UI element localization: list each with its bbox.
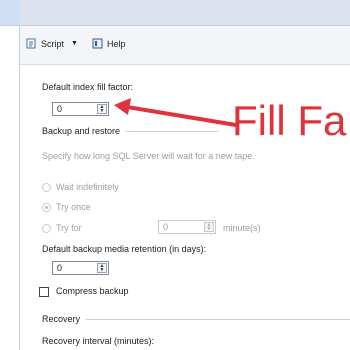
- annotation-text: Fill Fa: [232, 97, 347, 144]
- annotation-arrow-icon: [114, 98, 237, 127]
